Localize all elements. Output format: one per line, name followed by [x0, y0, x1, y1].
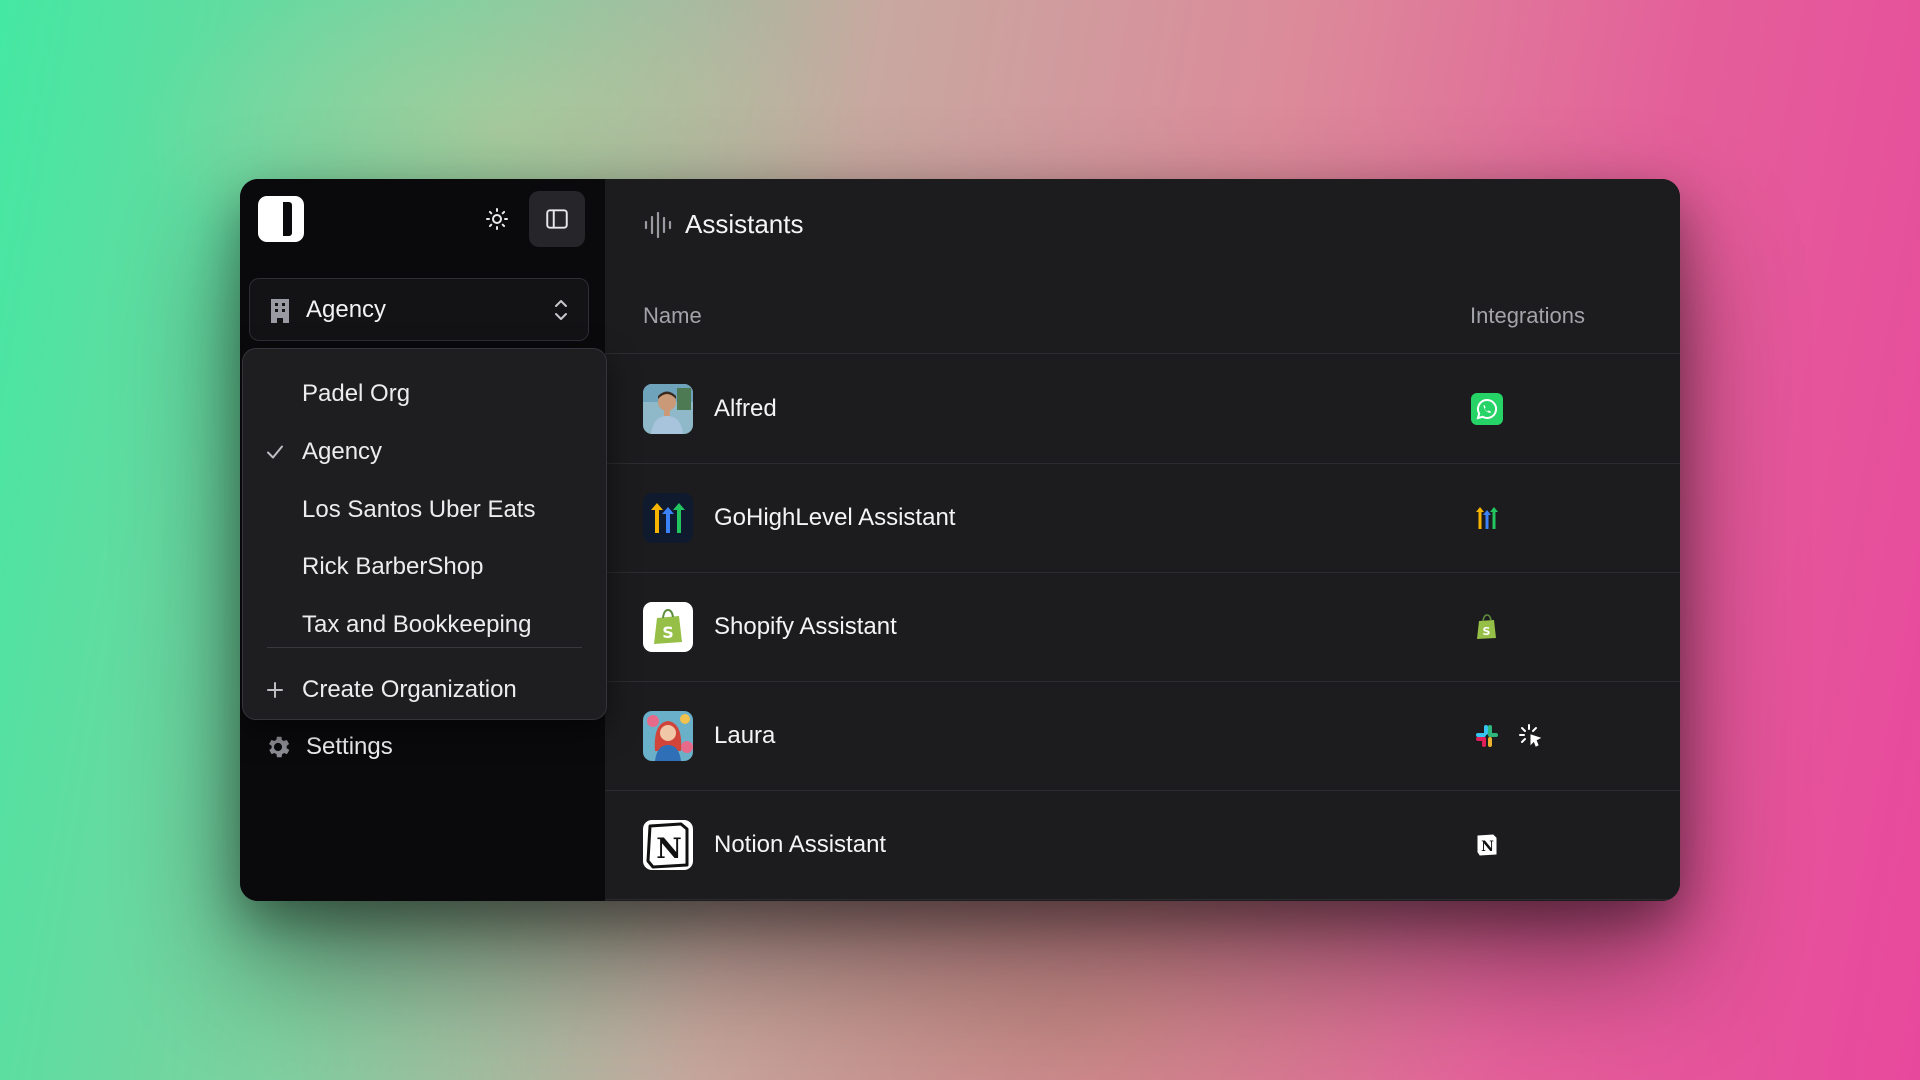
- table-row[interactable]: Laura: [605, 682, 1680, 791]
- main-content: Assistants Name Integrations Alfred GoHi…: [605, 179, 1680, 901]
- page-title: Assistants: [685, 209, 804, 239]
- assistant-name: Notion Assistant: [714, 831, 887, 858]
- org-option-padel-org[interactable]: Padel Org: [243, 366, 606, 422]
- table-row[interactable]: N Notion Assistant N: [605, 791, 1680, 900]
- slack-icon: [1471, 720, 1503, 752]
- integrations-cell: [1471, 393, 1503, 425]
- table-row[interactable]: Alfred: [605, 355, 1680, 464]
- check-icon: [267, 445, 283, 459]
- shopify-avatar: S: [643, 602, 693, 652]
- loading-cursor-icon: [1515, 720, 1547, 752]
- svg-text:S: S: [1483, 625, 1491, 638]
- app-logo[interactable]: [258, 196, 304, 242]
- sidebar-toggle-icon: [546, 209, 568, 229]
- assistant-name: Alfred: [714, 395, 777, 422]
- svg-text:N: N: [656, 832, 682, 865]
- org-option-agency[interactable]: Agency: [243, 424, 606, 480]
- integrations-cell: S: [1471, 611, 1503, 643]
- org-option-rick-barbershop[interactable]: Rick BarberShop: [243, 539, 606, 595]
- table-header: Name Integrations: [605, 289, 1680, 354]
- sidebar-toggle-button[interactable]: [529, 191, 585, 247]
- settings-label: Settings: [306, 733, 393, 760]
- whatsapp-icon: [1471, 393, 1503, 425]
- app-window: Agency Settings Padel Org Agency Los San…: [240, 179, 1680, 901]
- alfred-avatar: [643, 384, 693, 434]
- assistant-name: Shopify Assistant: [714, 613, 897, 640]
- org-option-tax-and-bookkeeping[interactable]: Tax and Bookkeeping: [243, 597, 606, 653]
- organization-dropdown: Padel Org Agency Los Santos Uber Eats Ri…: [242, 348, 607, 720]
- assistant-name: GoHighLevel Assistant: [714, 504, 956, 531]
- gohighlevel-icon: [1471, 502, 1503, 534]
- integrations-cell: [1471, 502, 1503, 534]
- chevrons-up-down-icon: [555, 299, 567, 320]
- create-organization-label: Create Organization: [302, 676, 517, 703]
- svg-text:S: S: [662, 623, 674, 642]
- org-option-label: Los Santos Uber Eats: [302, 496, 536, 523]
- assistant-name: Laura: [714, 722, 776, 749]
- building-icon: [271, 298, 289, 323]
- audio-waveform-icon: [644, 211, 672, 238]
- gohighlevel-avatar: [643, 493, 693, 543]
- notion-icon: N: [1471, 829, 1503, 861]
- integrations-cell: N: [1471, 829, 1503, 861]
- plus-icon: [267, 682, 283, 698]
- create-organization-button[interactable]: Create Organization: [243, 665, 606, 715]
- laura-avatar: [643, 711, 693, 761]
- org-option-label: Rick BarberShop: [302, 553, 484, 580]
- table-row[interactable]: S Shopify Assistant S: [605, 573, 1680, 682]
- org-option-label: Agency: [302, 438, 383, 465]
- gear-icon: [269, 736, 290, 758]
- org-option-label: Tax and Bookkeeping: [302, 611, 532, 638]
- settings-link[interactable]: Settings: [264, 733, 393, 761]
- sun-icon: [486, 208, 508, 230]
- integrations-cell: [1471, 720, 1547, 752]
- shopify-icon: S: [1471, 611, 1503, 643]
- notion-avatar: N: [643, 820, 693, 870]
- dropdown-divider: [267, 647, 582, 648]
- current-organization: Agency: [306, 295, 387, 323]
- table-row[interactable]: GoHighLevel Assistant: [605, 464, 1680, 573]
- column-header-integrations[interactable]: Integrations: [1470, 303, 1585, 329]
- org-option-los-santos-uber-eats[interactable]: Los Santos Uber Eats: [243, 482, 606, 538]
- theme-toggle-button[interactable]: [469, 191, 525, 247]
- column-header-name[interactable]: Name: [643, 303, 702, 329]
- org-option-label: Padel Org: [302, 380, 411, 407]
- page-header: Assistants: [643, 209, 804, 240]
- organization-select[interactable]: Agency: [249, 278, 589, 341]
- svg-text:N: N: [1481, 839, 1494, 855]
